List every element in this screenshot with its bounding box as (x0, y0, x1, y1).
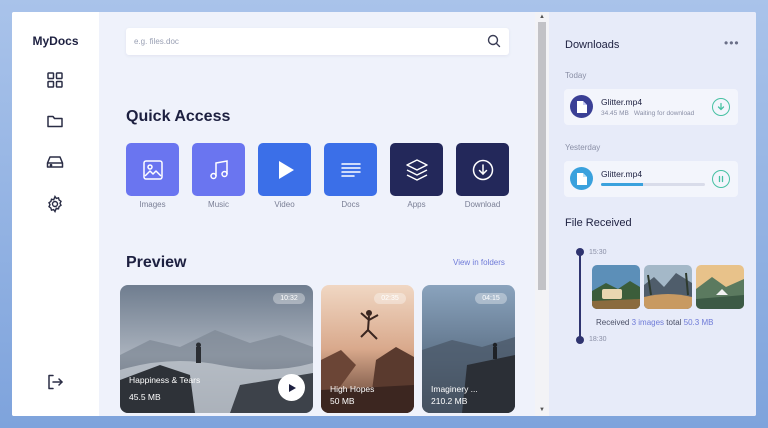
download-tile[interactable] (456, 143, 509, 196)
download-item-today[interactable]: Glitter.mp4 34.45 MB Waiting for download (564, 89, 738, 125)
downloads-title: Downloads (565, 39, 620, 51)
search-bar (126, 28, 509, 55)
apps-tile[interactable] (390, 143, 443, 196)
logout-icon[interactable] (44, 371, 66, 393)
duration-badge: 10:32 (273, 293, 305, 304)
yesterday-label: Yesterday (565, 143, 601, 152)
app-window: MyDocs e.g. files.doc Quick Access Image… (12, 12, 756, 416)
docs-label: Docs (341, 200, 360, 209)
gear-icon[interactable] (44, 193, 66, 215)
music-tile[interactable] (192, 143, 245, 196)
download-progress-bar (601, 183, 705, 186)
play-icon (278, 160, 294, 179)
download-label: Download (464, 200, 501, 209)
card-size: 210.2 MB (431, 396, 468, 406)
file-received-title: File Received (565, 217, 632, 229)
file-icon (570, 167, 593, 190)
music-icon (209, 159, 228, 179)
download-meta: 34.45 MB Waiting for download (601, 110, 699, 117)
received-image-3[interactable] (696, 265, 744, 309)
duration-badge: 02:35 (374, 293, 406, 304)
received-total: 50.3 MB (683, 318, 714, 327)
search-icon[interactable] (487, 34, 501, 48)
quick-access-docs[interactable]: Docs (324, 143, 377, 209)
video-label: Video (274, 200, 295, 209)
download-file-name: Glitter.mp4 (601, 97, 643, 107)
card-size: 50 MB (330, 396, 355, 406)
docs-tile[interactable] (324, 143, 377, 196)
images-label: Images (139, 200, 166, 209)
received-summary: Received 3 images total 50.3 MB (596, 318, 713, 327)
view-in-folders-link[interactable]: View in folders (453, 258, 505, 267)
file-icon (570, 95, 593, 118)
download-file-name: Glitter.mp4 (601, 169, 643, 179)
duration-badge: 04:15 (475, 293, 507, 304)
more-options-icon[interactable]: ••• (724, 36, 740, 50)
received-image-1[interactable] (592, 265, 640, 309)
received-mid: total (666, 318, 682, 327)
layers-icon (405, 158, 428, 181)
scroll-up-arrow[interactable]: ▲ (538, 13, 546, 21)
app-logo: MyDocs (32, 34, 79, 48)
play-icon (288, 383, 296, 392)
timeline-line (579, 253, 581, 341)
downloads-panel: Downloads ••• Today Glitter.mp4 34.45 MB… (549, 12, 756, 416)
download-status: Waiting for download (633, 110, 695, 117)
today-label: Today (565, 71, 587, 80)
main-content: Quick Access Images Music (99, 12, 535, 416)
download-arrow-icon (717, 102, 725, 111)
apps-label: Apps (407, 200, 426, 209)
received-image-2[interactable] (644, 265, 692, 309)
preview-card-3[interactable]: 04:15 Imaginery ... 210.2 MB (422, 285, 515, 413)
quick-access-music[interactable]: Music (192, 143, 245, 209)
card-size: 45.5 MB (129, 392, 161, 402)
quick-access-video[interactable]: Video (258, 143, 311, 209)
drive-icon[interactable] (44, 151, 66, 173)
pause-icon (718, 175, 724, 183)
progress-fill (601, 183, 643, 186)
scroll-thumb[interactable] (538, 22, 546, 290)
received-prefix: Received (596, 318, 630, 327)
quick-access-title: Quick Access (126, 108, 231, 125)
main-scrollbar[interactable]: ▲ ▼ (535, 12, 549, 416)
quick-access-download[interactable]: Download (456, 143, 509, 209)
received-count: 3 images (631, 318, 665, 327)
quick-access-images[interactable]: Images (126, 143, 179, 209)
document-icon (340, 162, 361, 177)
card-title: Imaginery ... (431, 384, 478, 394)
timeline-dot-start (576, 248, 584, 256)
timeline-dot-end (576, 336, 584, 344)
preview-card-2[interactable]: 02:35 High Hopes 50 MB (321, 285, 414, 413)
card-title: Happiness & Tears (129, 375, 201, 385)
download-size: 34.45 MB (601, 110, 629, 117)
preview-card-1[interactable]: 10:32 Happiness & Tears 45.5 MB (120, 285, 313, 413)
play-button[interactable] (278, 374, 305, 401)
pause-button[interactable] (712, 170, 730, 188)
image-icon (142, 159, 163, 180)
quick-access-apps[interactable]: Apps (390, 143, 443, 209)
folder-icon[interactable] (44, 110, 66, 132)
download-button[interactable] (712, 98, 730, 116)
music-label: Music (208, 200, 229, 209)
scroll-down-arrow[interactable]: ▼ (538, 406, 546, 414)
card-title: High Hopes (330, 384, 375, 394)
video-tile[interactable] (258, 143, 311, 196)
search-input[interactable] (134, 28, 474, 55)
sidebar: MyDocs (12, 12, 99, 416)
images-tile[interactable] (126, 143, 179, 196)
download-item-yesterday[interactable]: Glitter.mp4 (564, 161, 738, 197)
timeline-time-end: 18:30 (589, 336, 607, 343)
timeline-time-start: 15:30 (589, 249, 607, 256)
grid-icon[interactable] (44, 69, 66, 91)
preview-title: Preview (126, 254, 187, 271)
download-icon (472, 159, 493, 180)
